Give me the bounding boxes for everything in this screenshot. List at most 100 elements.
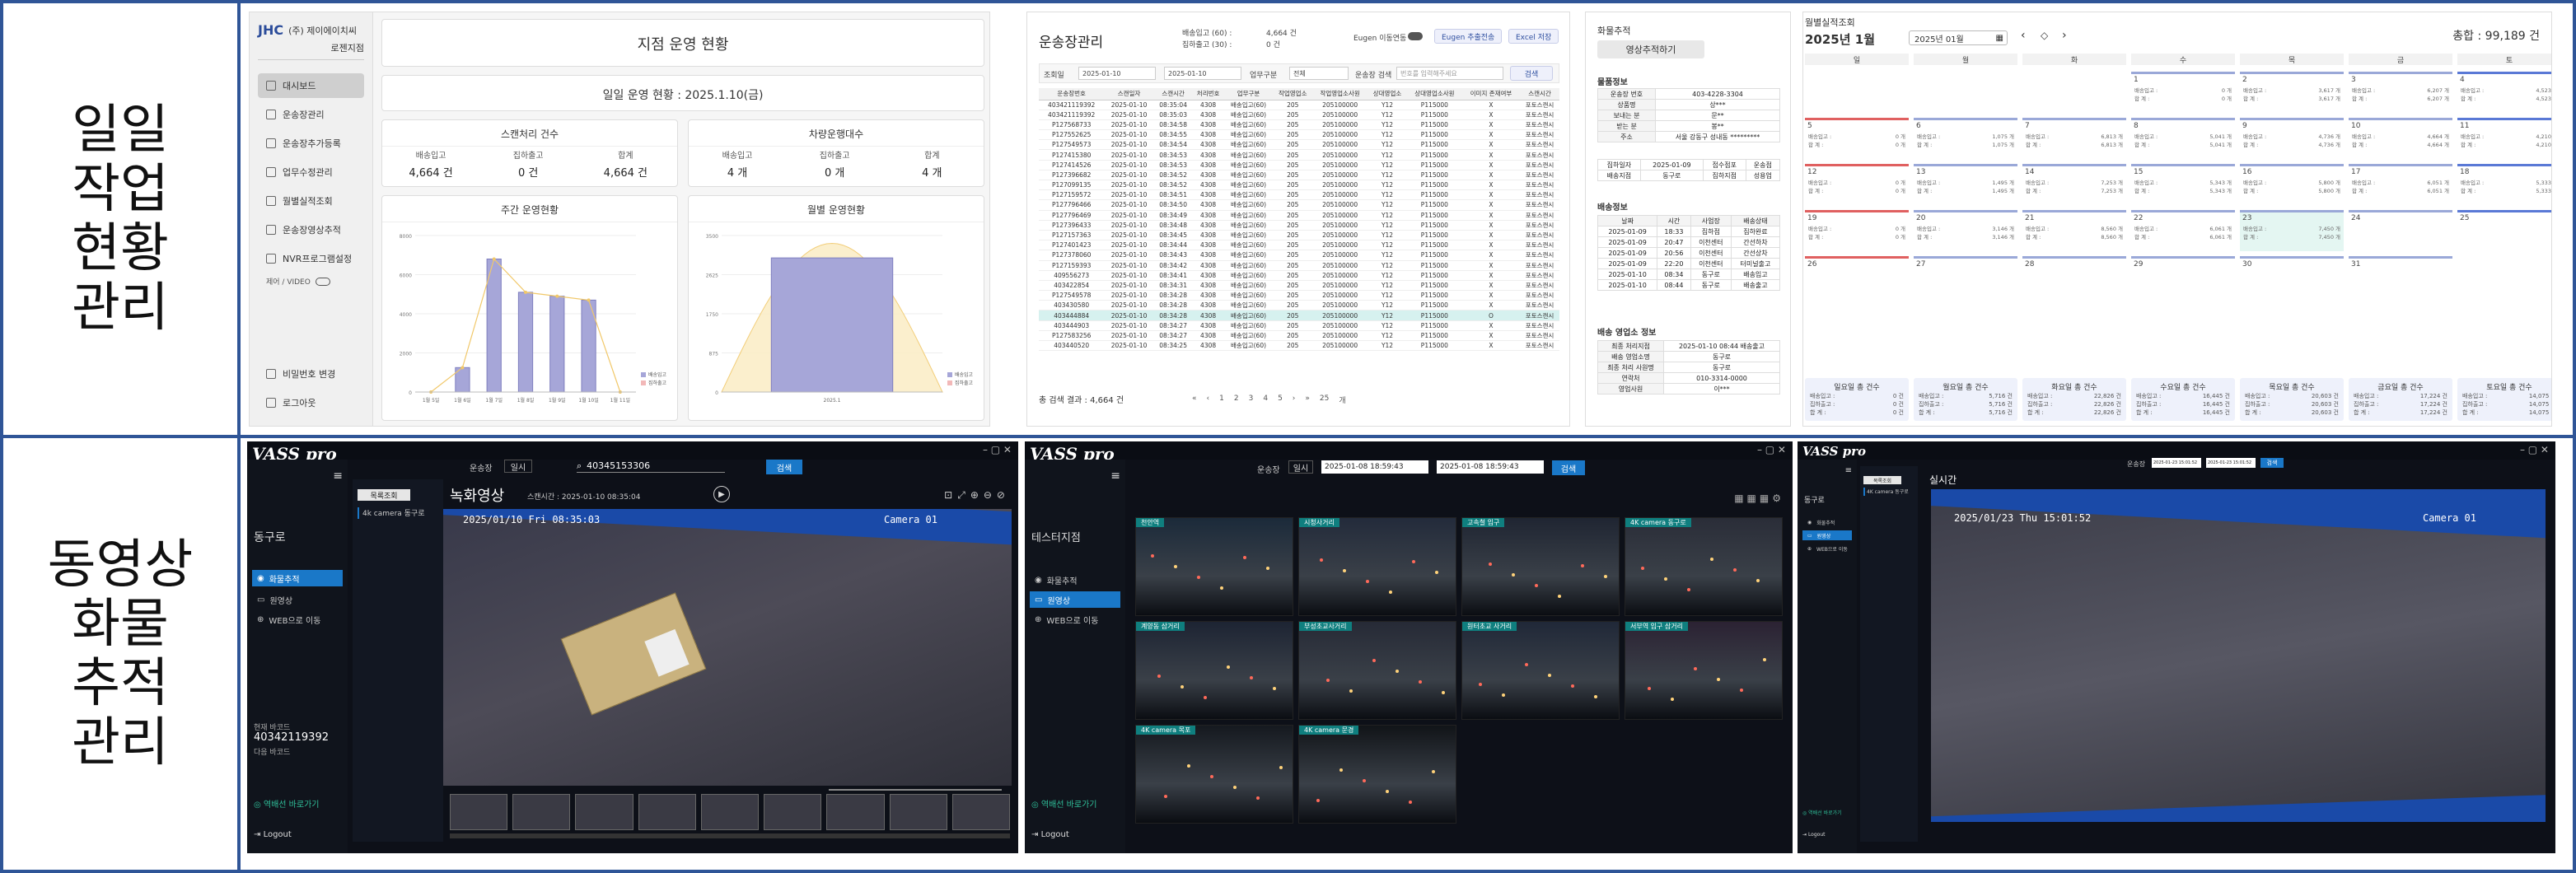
window-controls[interactable]: – ▢ ✕ xyxy=(1757,444,1786,455)
camera-item[interactable]: 4K camera 동구로 xyxy=(1863,488,1916,496)
page-link[interactable]: › xyxy=(1293,394,1296,405)
month-picker[interactable]: 2025년 01월 ▦ xyxy=(1909,30,2008,45)
table-row[interactable]: P127157363 2025-01-10 08:34:45 4308 배송입고(60)… xyxy=(1039,230,1559,241)
thumbnail[interactable] xyxy=(450,794,508,830)
table-row[interactable]: 403421119392 2025-01-10 08:35:04 4308 배송입고(6… xyxy=(1039,100,1559,110)
calendar-day-cell[interactable]: 23 배송입고 :7,450 개합 계 :7,450 개 xyxy=(2240,210,2344,251)
thumbnail[interactable] xyxy=(826,794,885,830)
search-button[interactable]: 검색 xyxy=(766,460,802,474)
page-link[interactable]: 25 xyxy=(1320,394,1329,405)
column-header[interactable]: 상대영업소 xyxy=(1367,88,1407,100)
calendar-day-cell[interactable]: 14 배송입고 :7,253 개합 계 :7,253 개 xyxy=(2022,164,2126,205)
table-row[interactable]: P127796466 2025-01-10 08:34:50 4308 배송입고(60)… xyxy=(1039,199,1559,211)
calendar-day-cell[interactable]: 11배송입고 :4,210 개합 계 :4,210 개 xyxy=(2457,118,2551,159)
table-row[interactable]: P127396682 2025-01-10 08:34:52 4308 배송입고(60)… xyxy=(1039,170,1559,181)
calendar-day-cell[interactable]: 10 배송입고 :4,664 개합 계 :4,664 개 xyxy=(2349,118,2452,159)
shortcut-link[interactable]: ◎ 역배선 바로가기 xyxy=(1802,809,1842,816)
camera-tile[interactable]: 계양동 삼거리 xyxy=(1135,621,1293,720)
table-row[interactable]: P127549578 2025-01-10 08:34:28 4308 배송입고(60)… xyxy=(1039,290,1559,301)
view-tools-icon[interactable]: ⊡⤢⊕⊖⊘ xyxy=(944,489,1010,502)
list-tab[interactable]: 목록조회 xyxy=(358,489,410,501)
menu-original-video[interactable]: ▭ 원영상 xyxy=(1030,591,1120,608)
calendar-day-cell[interactable]: 26 xyxy=(1805,256,1909,297)
hamburger-icon[interactable]: ≡ xyxy=(333,469,343,483)
table-row[interactable]: P127414526 2025-01-10 08:34:53 4308 배송입고(60)… xyxy=(1039,160,1559,170)
window-controls[interactable]: – ▢ ✕ xyxy=(2520,444,2549,455)
sidebar-item[interactable]: 운송장추가등록 xyxy=(258,131,364,156)
date-from-input[interactable]: 2025-01-23 15:01:52 xyxy=(2152,458,2201,468)
table-row[interactable]: P127583256 2025-01-10 08:34:27 4308 배송입고(60)… xyxy=(1039,330,1559,342)
calendar-day-cell[interactable]: 9 배송입고 :4,736 개합 계 :4,736 개 xyxy=(2240,118,2344,159)
mode-select[interactable]: 일시 xyxy=(1288,460,1313,474)
date-from-input[interactable]: 2025-01-10 xyxy=(1078,67,1156,80)
calendar-day-cell[interactable]: 1 배송입고 :0 개합 계 :0 개 xyxy=(2131,72,2235,113)
window-controls[interactable]: – ▢ ✕ xyxy=(983,444,1012,455)
menu-original-video[interactable]: ▭ 원영상 xyxy=(252,591,343,608)
calendar-day-cell[interactable]: 29 xyxy=(2131,256,2235,297)
camera-tile[interactable]: 서부역 입구 삼거리 xyxy=(1625,621,1783,720)
eugen-export-button[interactable]: Eugen 추출전송 xyxy=(1434,29,1503,44)
live-video[interactable]: 2025/01/23 Thu 15:01:52 Camera 01 xyxy=(1931,489,2546,822)
sidebar-item[interactable]: 운송장관리 xyxy=(258,102,364,127)
table-row[interactable]: P127396433 2025-01-10 08:34:48 4308 배송입고(60)… xyxy=(1039,220,1559,231)
page-link[interactable]: 개 xyxy=(1339,394,1345,405)
logout-button[interactable]: ⇥ Logout xyxy=(1031,830,1069,839)
camera-tile[interactable]: 천안역 xyxy=(1135,517,1293,616)
camera-item[interactable]: 4k camera 동구로 xyxy=(358,507,440,519)
column-header[interactable]: 처리번호 xyxy=(1192,88,1224,100)
calendar-day-cell[interactable]: 27 xyxy=(1914,256,2017,297)
calendar-day-cell[interactable]: 2 배송입고 :3,617 개합 계 :3,617 개 xyxy=(2240,72,2344,113)
table-row[interactable]: 403421119392 2025-01-10 08:35:03 4308 배송입고(6… xyxy=(1039,110,1559,120)
camera-tile[interactable]: 시청사거리 xyxy=(1298,517,1456,616)
thumbnail[interactable] xyxy=(638,794,696,830)
calendar-day-cell[interactable]: 19 배송입고 :0 개합 계 :0 개 xyxy=(1805,210,1909,251)
table-row[interactable]: 403430580 2025-01-10 08:34:28 4308 배송입고(60) 2… xyxy=(1039,300,1559,311)
thumbnail[interactable] xyxy=(889,794,947,830)
calendar-day-cell[interactable]: 28 xyxy=(2022,256,2126,297)
table-row[interactable]: P127552625 2025-01-10 08:34:55 4308 배송입고(60)… xyxy=(1039,129,1559,141)
camera-tile[interactable]: 4K camera 동구로 xyxy=(1625,517,1783,616)
calendar-day-cell[interactable]: 21 배송입고 :8,560 개합 계 :8,560 개 xyxy=(2022,210,2126,251)
column-header[interactable]: 이미지 존재여부 xyxy=(1461,88,1521,100)
page-link[interactable]: 3 xyxy=(1249,394,1254,405)
menu-web[interactable]: ⊕ WEB으로 이동 xyxy=(1802,544,1852,553)
column-header[interactable]: 작업영업소사원 xyxy=(1312,88,1368,100)
table-row[interactable]: P127159572 2025-01-10 08:34:51 4308 배송입고(60)… xyxy=(1039,189,1559,201)
thumbnail[interactable] xyxy=(512,794,571,830)
calendar-day-cell[interactable]: 3 배송입고 :6,207 개합 계 :6,207 개 xyxy=(2349,72,2452,113)
today-icon[interactable]: ◇ xyxy=(2041,30,2048,41)
timeline-slider[interactable] xyxy=(829,789,1002,791)
column-header[interactable]: 업무구분 xyxy=(1223,88,1274,100)
sidebar-item[interactable]: NVR프로그램설정 xyxy=(258,246,364,271)
table-row[interactable]: 403444903 2025-01-10 08:34:27 4308 배송입고(60) 2… xyxy=(1039,320,1559,331)
table-row[interactable]: 403440520 2025-01-10 08:34:25 4308 배송입고(60) 2… xyxy=(1039,340,1559,352)
search-button[interactable]: 검색 xyxy=(1510,66,1553,81)
recorded-video[interactable]: 2025/01/10 Fri 08:35:03 Camera 01 xyxy=(443,509,1012,786)
hamburger-icon[interactable]: ≡ xyxy=(1110,469,1120,483)
camera-tile[interactable]: 4K camera 목포 xyxy=(1135,725,1293,824)
date-to-input[interactable]: 2025-01-10 xyxy=(1164,67,1241,80)
column-header[interactable]: 운송장번호 xyxy=(1039,88,1105,100)
thumbnail[interactable] xyxy=(764,794,822,830)
calendar-day-cell[interactable]: 30 xyxy=(2240,256,2344,297)
menu-original-video[interactable]: ▭ 원영상 xyxy=(1802,530,1852,540)
calendar-day-cell[interactable]: 31 xyxy=(2349,256,2452,297)
calendar-day-cell[interactable]: 4배송입고 :4,523 개합 계 :4,523 개 xyxy=(2457,72,2551,113)
thumbnail[interactable] xyxy=(700,794,760,830)
sidebar-item[interactable]: 업무수정관리 xyxy=(258,160,364,184)
waybill-search-input[interactable]: 번호를 입력해주세요 xyxy=(1396,67,1503,80)
logout-button[interactable]: ⇥ Logout xyxy=(254,830,292,839)
menu-cargo-tracking[interactable]: ◉ 화물추적 xyxy=(252,570,343,586)
calendar-day-cell[interactable]: 6 배송입고 :1,075 개합 계 :1,075 개 xyxy=(1914,118,2017,159)
table-row[interactable]: P127159393 2025-01-10 08:34:42 4308 배송입고(60)… xyxy=(1039,260,1559,271)
shortcut-link[interactable]: ◎ 역배선 바로가기 xyxy=(254,797,320,810)
menu-web[interactable]: ⊕ WEB으로 이동 xyxy=(252,611,343,628)
page-link[interactable]: 5 xyxy=(1278,394,1283,405)
page-link[interactable]: 4 xyxy=(1263,394,1268,405)
calendar-day-cell[interactable]: 16 배송입고 :5,800 개합 계 :5,800 개 xyxy=(2240,164,2344,205)
calendar-day-cell[interactable]: 15 배송입고 :5,343 개합 계 :5,343 개 xyxy=(2131,164,2235,205)
camera-tile[interactable]: 고속철 입구 xyxy=(1461,517,1620,616)
table-row[interactable]: 409556273 2025-01-10 08:34:41 4308 배송입고(60) 2… xyxy=(1039,270,1559,281)
camera-tile[interactable]: 원터초교 사거리 xyxy=(1461,621,1620,720)
column-header[interactable]: 스캔일자 xyxy=(1104,88,1154,100)
